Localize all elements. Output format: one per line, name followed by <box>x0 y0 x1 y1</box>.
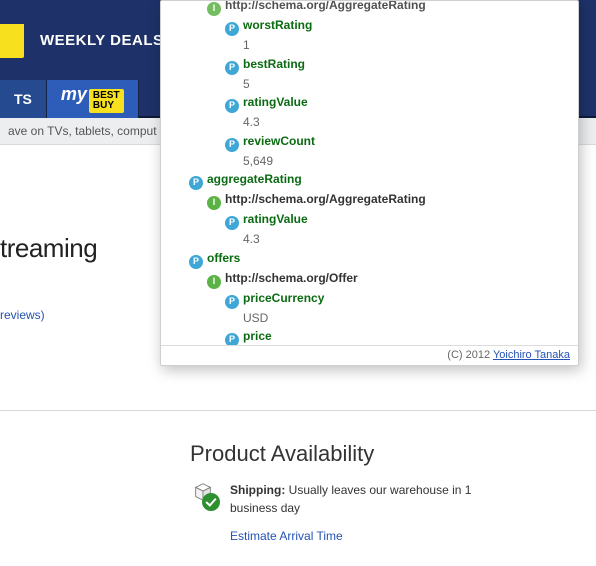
type-icon: I <box>207 2 221 16</box>
section-divider <box>0 410 596 411</box>
popup-footer: (C) 2012 Yoichiro Tanaka <box>161 345 578 365</box>
schema-property-name: offers <box>207 251 240 265</box>
schema-row[interactable]: PpriceCurrency <box>171 289 568 309</box>
property-icon: P <box>225 216 239 230</box>
schema-property-name: ratingValue <box>243 212 308 226</box>
schema-row[interactable]: PreviewCount <box>171 132 568 152</box>
schema-row[interactable]: 4.3 <box>171 230 568 249</box>
mybestbuy-my: my <box>61 84 87 105</box>
schema-row[interactable]: PworstRating <box>171 16 568 36</box>
schema-tree[interactable]: Ihttp://schema.org/AggregateRatingPworst… <box>161 1 578 345</box>
schema-property-name: bestRating <box>243 57 305 71</box>
nav-tab-cropped[interactable]: TS <box>0 80 47 118</box>
schema-row[interactable]: 5 <box>171 75 568 94</box>
shipping-label: Shipping: <box>230 483 285 497</box>
property-icon: P <box>189 176 203 190</box>
schema-row[interactable]: 5,649 <box>171 152 568 171</box>
nav-weekly-deals[interactable]: WEEKLY DEALS <box>40 32 164 49</box>
property-icon: P <box>189 255 203 269</box>
schema-property-name: aggregateRating <box>207 172 302 186</box>
schema-type-url: http://schema.org/AggregateRating <box>225 192 426 206</box>
schema-property-name: worstRating <box>243 18 312 32</box>
nav-tab-mybestbuy[interactable]: my BEST BUY <box>47 80 139 118</box>
schema-inspector-popup: Ihttp://schema.org/AggregateRatingPworst… <box>160 0 579 366</box>
schema-property-name: price <box>243 329 272 343</box>
schema-property-value: 4.3 <box>243 232 260 246</box>
schema-property-value: 1 <box>243 38 250 52</box>
schema-row[interactable]: 1 <box>171 36 568 55</box>
mybestbuy-logo: my BEST BUY <box>61 84 124 115</box>
category-heading: treaming <box>0 233 160 264</box>
estimate-arrival-link[interactable]: Estimate Arrival Time <box>230 527 343 545</box>
schema-property-name: priceCurrency <box>243 291 324 305</box>
schema-row[interactable]: 4.3 <box>171 113 568 132</box>
schema-property-value: USD <box>243 311 268 325</box>
schema-property-value: 5 <box>243 77 250 91</box>
property-icon: P <box>225 138 239 152</box>
author-link[interactable]: Yoichiro Tanaka <box>493 349 570 361</box>
nav-tabs: TS my BEST BUY <box>0 78 139 118</box>
schema-row[interactable]: Poffers <box>171 249 568 269</box>
left-column: treaming reviews) <box>0 145 160 324</box>
shipping-text: Shipping: Usually leaves our warehouse i… <box>230 481 490 545</box>
shipping-box-icon <box>190 481 220 511</box>
property-icon: P <box>225 22 239 36</box>
type-icon: I <box>207 196 221 210</box>
schema-row[interactable]: Pprice <box>171 327 568 345</box>
schema-property-name: reviewCount <box>243 134 315 148</box>
schema-row[interactable]: USD <box>171 309 568 328</box>
schema-type-url: http://schema.org/AggregateRating <box>225 1 426 12</box>
product-availability-section: Product Availability Shipping: Usually l… <box>190 441 490 545</box>
schema-row[interactable]: Ihttp://schema.org/Offer <box>171 269 568 289</box>
schema-property-name: ratingValue <box>243 95 308 109</box>
schema-property-value: 5,649 <box>243 154 273 168</box>
property-icon: P <box>225 61 239 75</box>
property-icon: P <box>225 333 239 345</box>
schema-property-value: 4.3 <box>243 115 260 129</box>
bestbuy-tag-icon: BEST BUY <box>89 89 124 113</box>
schema-row[interactable]: PaggregateRating <box>171 170 568 190</box>
schema-row[interactable]: PratingValue <box>171 210 568 230</box>
copyright-text: (C) 2012 <box>447 349 493 361</box>
reviews-link[interactable]: reviews) <box>0 308 45 322</box>
schema-type-url: http://schema.org/Offer <box>225 271 358 285</box>
property-icon: P <box>225 295 239 309</box>
type-icon: I <box>207 275 221 289</box>
schema-row[interactable]: PratingValue <box>171 93 568 113</box>
checkmark-icon <box>202 493 220 511</box>
logo-fragment <box>0 24 24 58</box>
property-icon: P <box>225 99 239 113</box>
product-availability-heading: Product Availability <box>190 441 490 467</box>
schema-row[interactable]: Ihttp://schema.org/AggregateRating <box>171 1 568 16</box>
schema-row[interactable]: PbestRating <box>171 55 568 75</box>
schema-row[interactable]: Ihttp://schema.org/AggregateRating <box>171 190 568 210</box>
